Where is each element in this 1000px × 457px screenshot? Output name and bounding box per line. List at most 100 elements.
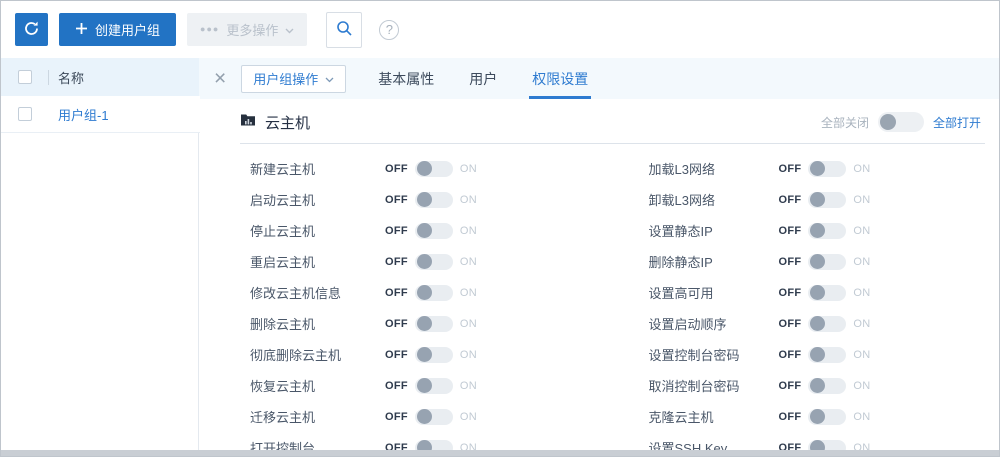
permission-label: 加载L3网络: [648, 162, 715, 177]
toggle-on-label: ON: [853, 379, 871, 392]
permission-row: 加载L3网络 OFF ON: [613, 153, 986, 184]
permission-toggle-switch[interactable]: [808, 315, 847, 332]
toggle-on-label: ON: [853, 224, 871, 237]
toggle-off-label: OFF: [385, 410, 408, 423]
create-user-group-button[interactable]: 创建用户组: [59, 13, 177, 46]
permission-label: 恢复云主机: [250, 379, 316, 394]
list-header: 名称: [1, 58, 199, 96]
search-button[interactable]: [326, 11, 363, 48]
toggle-off-label: OFF: [778, 379, 802, 392]
permission-row: 启动云主机 OFF ON: [240, 184, 613, 215]
permission-toggle-switch[interactable]: [414, 377, 453, 394]
close-icon[interactable]: ×: [214, 68, 226, 89]
section-title: 云主机: [265, 114, 311, 132]
permission-label: 卸载L3网络: [648, 193, 715, 208]
permission-toggle-switch[interactable]: [414, 160, 453, 177]
permission-label: 迁移云主机: [250, 410, 316, 425]
permission-toggle-group: OFF ON: [385, 346, 477, 363]
tab-permission-settings[interactable]: 权限设置: [529, 58, 592, 99]
toggle-on-label: ON: [459, 410, 478, 423]
permission-label: 启动云主机: [250, 193, 316, 208]
permission-label: 修改云主机信息: [250, 286, 342, 301]
permission-toggle-group: OFF ON: [779, 191, 871, 208]
toggle-on-label: ON: [853, 348, 871, 361]
permission-row: 恢复云主机 OFF ON: [240, 370, 613, 401]
permission-toggle-switch[interactable]: [414, 346, 453, 363]
toggle-on-label: ON: [459, 193, 478, 206]
permission-label: 删除静态IP: [648, 255, 713, 270]
toggle-off-label: OFF: [385, 317, 408, 330]
permission-label: 重启云主机: [250, 255, 316, 270]
plus-icon: [75, 22, 88, 38]
create-user-group-label: 创建用户组: [95, 23, 161, 38]
help-button[interactable]: ?: [379, 19, 400, 40]
permission-toggle-switch[interactable]: [808, 346, 847, 363]
permission-toggle-switch[interactable]: [414, 222, 453, 239]
toggle-off-label: OFF: [385, 348, 408, 361]
search-icon: [335, 19, 353, 40]
more-actions-button[interactable]: ●●● 更多操作: [187, 13, 308, 46]
name-column-header: 名称: [58, 70, 85, 86]
permission-toggle-switch[interactable]: [414, 284, 453, 301]
permission-toggle-switch[interactable]: [808, 160, 847, 177]
permission-label: 克隆云主机: [648, 410, 714, 425]
permission-toggle-switch[interactable]: [808, 191, 847, 208]
toggle-on-label: ON: [853, 317, 871, 330]
toggle-on-label: ON: [459, 224, 478, 237]
group-actions-label: 用户组操作: [253, 72, 319, 87]
toggle-off-label: OFF: [385, 255, 408, 268]
all-on-label[interactable]: 全部打开: [933, 114, 981, 131]
permission-toggle-switch[interactable]: [414, 191, 453, 208]
vm-section-header: 云主机 全部关闭 全部打开: [240, 112, 985, 132]
permission-toggle-switch[interactable]: [808, 408, 847, 425]
all-off-label[interactable]: 全部关闭: [821, 114, 869, 131]
permissions-body: 云主机 全部关闭 全部打开 新建云主机 OFF ON 启动云主机 OFF ON …: [199, 99, 999, 456]
permission-toggle-group: OFF ON: [779, 315, 871, 332]
permission-label: 取消控制台密码: [648, 379, 740, 394]
detail-tabs: 基本属性 用户 权限设置: [375, 58, 620, 99]
permission-label: 设置高可用: [648, 286, 714, 301]
permission-row: 设置启动顺序 OFF ON: [613, 308, 986, 339]
permission-toggle-switch[interactable]: [414, 253, 453, 270]
help-question-icon: ?: [385, 22, 393, 37]
permission-toggle-switch[interactable]: [414, 408, 453, 425]
permission-toggle-group: OFF ON: [385, 408, 478, 425]
permission-row: 克隆云主机 OFF ON: [613, 401, 986, 432]
user-group-row[interactable]: 用户组-1: [1, 96, 200, 133]
permission-toggle-switch[interactable]: [808, 284, 847, 301]
permission-toggle-group: OFF ON: [778, 377, 871, 394]
section-divider: [240, 143, 985, 144]
toggle-off-label: OFF: [778, 410, 802, 423]
toggle-off-label: OFF: [385, 286, 408, 299]
permission-toggle-group: OFF ON: [385, 377, 477, 394]
toggle-on-label: ON: [853, 162, 871, 175]
main-body: 名称 用户组-1 × 用户组操作 基本属性 用户 权限设置 云主机 全部关闭 全…: [1, 58, 999, 456]
permission-toggle-switch[interactable]: [414, 315, 453, 332]
permission-toggle-switch[interactable]: [808, 222, 847, 239]
more-dots-icon: ●●●: [200, 23, 220, 34]
detail-panel: × 用户组操作 基本属性 用户 权限设置 云主机 全部关闭 全部打开 新建云主机…: [199, 58, 999, 456]
tab-users[interactable]: 用户: [466, 58, 500, 99]
permission-toggle-group: OFF ON: [778, 160, 871, 177]
select-all-checkbox[interactable]: [18, 70, 32, 84]
master-toggle-group: 全部关闭 全部打开: [821, 112, 981, 132]
refresh-button[interactable]: [15, 13, 48, 46]
horizontal-scrollbar[interactable]: [1, 450, 999, 456]
master-toggle-switch[interactable]: [877, 112, 924, 132]
group-actions-button[interactable]: 用户组操作: [241, 64, 347, 93]
tab-basic-properties[interactable]: 基本属性: [375, 58, 437, 99]
toggle-off-label: OFF: [778, 348, 802, 361]
permissions-column-right: 加载L3网络 OFF ON 卸载L3网络 OFF ON 设置静态IP OFF O…: [613, 153, 986, 456]
permission-toggle-switch[interactable]: [808, 253, 847, 270]
permission-toggle-group: OFF ON: [778, 346, 871, 363]
toggle-off-label: OFF: [778, 162, 802, 175]
toggle-on-label: ON: [853, 193, 871, 206]
permissions-grid: 新建云主机 OFF ON 启动云主机 OFF ON 停止云主机 OFF ON 重…: [240, 153, 985, 456]
toggle-off-label: OFF: [385, 162, 408, 175]
user-group-name-link[interactable]: 用户组-1: [58, 105, 109, 124]
row-checkbox[interactable]: [18, 107, 32, 121]
permission-label: 新建云主机: [250, 162, 316, 177]
permission-toggle-group: OFF ON: [385, 253, 477, 270]
permissions-column-left: 新建云主机 OFF ON 启动云主机 OFF ON 停止云主机 OFF ON 重…: [240, 153, 613, 456]
permission-toggle-switch[interactable]: [808, 377, 847, 394]
